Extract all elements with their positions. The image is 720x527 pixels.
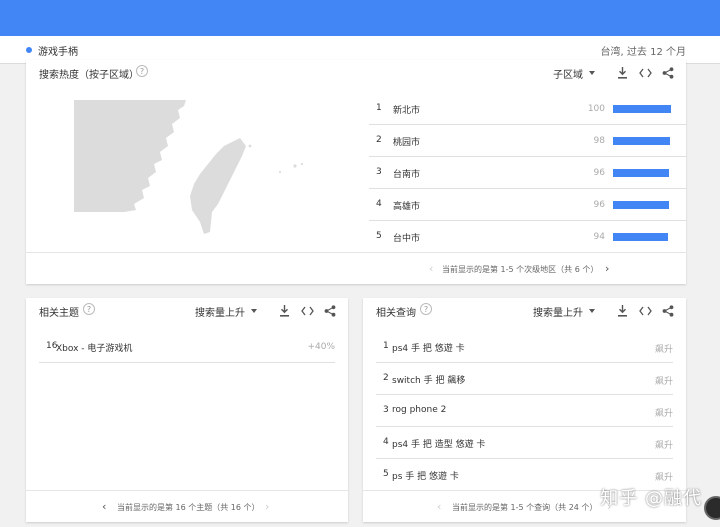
card-title: 相关查询 (376, 308, 416, 319)
query-row[interactable]: 4 ps4 手 把 造型 悠遊 卡 飙升 (376, 427, 673, 459)
dropdown-arrow-icon[interactable] (589, 71, 595, 75)
card-header: 相关查询 ? 搜索量上升 (363, 298, 686, 324)
card-header: 相关主题 ? 搜索量上升 (26, 298, 348, 324)
region-name: 台中市 (393, 234, 421, 244)
topic-row[interactable]: 16 Xbox - 电子游戏机 +40% (39, 331, 335, 363)
region-row[interactable]: 2 桃园市 98 (369, 125, 686, 157)
region-name: 新北市 (393, 106, 421, 116)
query-name: rog phone 2 (392, 405, 447, 415)
row-rank: 5 (376, 231, 382, 241)
islet-shape (248, 144, 252, 148)
row-rank: 3 (383, 405, 389, 415)
card-header: 搜索热度（按子区域） ? 子区域 (26, 60, 686, 86)
download-icon[interactable] (614, 303, 630, 319)
interest-bar (613, 233, 668, 241)
region-row[interactable]: 3 台南市 96 (369, 157, 686, 189)
row-rank: 5 (383, 469, 389, 479)
search-term[interactable]: 游戏手柄 (38, 43, 78, 58)
row-rank: 1 (376, 103, 382, 113)
card-footer: ‹ 当前显示的是第 16 个主题（共 16 个） › (26, 490, 348, 522)
query-name: ps 手 把 悠遊 卡 (392, 472, 459, 482)
share-icon[interactable] (322, 303, 338, 319)
mainland-coast-shape (74, 100, 186, 212)
metric-dropdown[interactable]: 搜索量上升 (195, 304, 245, 319)
interest-bar (613, 105, 671, 113)
row-rank: 2 (376, 135, 382, 145)
related-topics-card: 相关主题 ? 搜索量上升 16 Xbox - 电子游戏机 +40% ‹ 当前显示的是… (26, 298, 348, 522)
interest-value: 96 (593, 200, 605, 210)
card-footer: ‹ 当前显示的是第 1-5 个次级地区（共 6 个） › (26, 252, 686, 284)
interest-value: 98 (593, 136, 605, 146)
region-interest-card: 搜索热度（按子区域） ? 子区域 1 新北市 100 2 桃园市 98 3 台南市 96 4 高雄市… (26, 60, 686, 284)
interest-bar (613, 201, 669, 209)
embed-code-icon[interactable] (299, 303, 315, 319)
prev-page-icon[interactable]: ‹ (102, 501, 106, 512)
card-title: 搜索热度（按子区域） (39, 70, 139, 81)
query-row[interactable]: 1 ps4 手 把 悠遊 卡 飙升 (376, 331, 673, 363)
islet-shape (278, 170, 282, 174)
interest-value: 100 (587, 104, 605, 114)
watermark-text: 知乎 @融代 (600, 488, 702, 509)
floating-overlay-icon[interactable] (704, 496, 720, 520)
query-row[interactable]: 3 rog phone 2 飙升 (376, 395, 673, 427)
taiwan-region-map[interactable] (74, 100, 334, 250)
card-toolbar: 搜索量上升 (533, 303, 676, 319)
term-color-dot (26, 47, 32, 53)
row-rank: 4 (376, 199, 382, 209)
query-name: ps4 手 把 悠遊 卡 (392, 344, 465, 354)
interest-value: 94 (593, 232, 605, 242)
region-row[interactable]: 1 新北市 100 (369, 93, 686, 125)
metric-dropdown[interactable]: 搜索量上升 (533, 304, 583, 319)
help-icon[interactable]: ? (83, 303, 95, 315)
breakout-badge: 飙升 (654, 345, 673, 355)
islet-shape (300, 162, 304, 166)
breakout-badge: 飙升 (654, 441, 673, 451)
query-name: ps4 手 把 造型 悠遊 卡 (392, 440, 486, 450)
region-name: 桃园市 (393, 138, 421, 148)
region-row[interactable]: 4 高雄市 96 (369, 189, 686, 221)
row-rank: 1 (383, 341, 389, 351)
row-rank: 4 (383, 437, 389, 447)
share-icon[interactable] (660, 65, 676, 81)
pagination-text: 当前显示的是第 16 个主题（共 16 个） (117, 503, 260, 512)
region-time-scope[interactable]: 台湾, 过去 12 个月 (601, 43, 686, 58)
embed-code-icon[interactable] (637, 303, 653, 319)
row-rank: 2 (383, 373, 389, 383)
topic-name: Xbox - 电子游戏机 (56, 344, 133, 354)
breakout-badge: 飙升 (654, 409, 673, 419)
breakout-badge: 飙升 (654, 377, 673, 387)
download-icon[interactable] (614, 65, 630, 81)
interest-bar (613, 169, 669, 177)
card-title: 相关主题 (39, 308, 79, 319)
resolution-dropdown[interactable]: 子区域 (553, 66, 583, 81)
region-row[interactable]: 5 台中市 94 (369, 221, 686, 253)
next-page-icon[interactable]: › (605, 263, 609, 274)
dropdown-arrow-icon[interactable] (251, 309, 257, 313)
prev-page-icon[interactable]: ‹ (429, 263, 433, 274)
islet-shape (293, 164, 297, 168)
embed-code-icon[interactable] (637, 65, 653, 81)
breakout-badge: 飙升 (654, 473, 673, 483)
interest-value: 96 (593, 168, 605, 178)
share-icon[interactable] (660, 303, 676, 319)
help-icon[interactable]: ? (136, 65, 148, 77)
pagination-text: 当前显示的是第 1-5 个次级地区（共 6 个） (442, 265, 599, 274)
help-icon[interactable]: ? (420, 303, 432, 315)
app-top-bar (0, 0, 720, 36)
card-toolbar: 子区域 (553, 65, 676, 81)
query-row[interactable]: 2 switch 手 把 飆移 飙升 (376, 363, 673, 395)
query-name: switch 手 把 飆移 (392, 376, 466, 386)
rise-value: +40% (307, 342, 335, 352)
row-rank: 3 (376, 167, 382, 177)
next-page-icon[interactable]: › (265, 501, 269, 512)
pagination-text: 当前显示的是第 1-5 个查询（共 24 个） (452, 503, 598, 512)
taiwan-island-shape (190, 138, 246, 234)
prev-page-icon[interactable]: ‹ (437, 501, 441, 512)
dropdown-arrow-icon[interactable] (589, 309, 595, 313)
region-name: 高雄市 (393, 202, 421, 212)
card-toolbar: 搜索量上升 (195, 303, 338, 319)
download-icon[interactable] (276, 303, 292, 319)
interest-bar (613, 137, 670, 145)
region-name: 台南市 (393, 170, 421, 180)
